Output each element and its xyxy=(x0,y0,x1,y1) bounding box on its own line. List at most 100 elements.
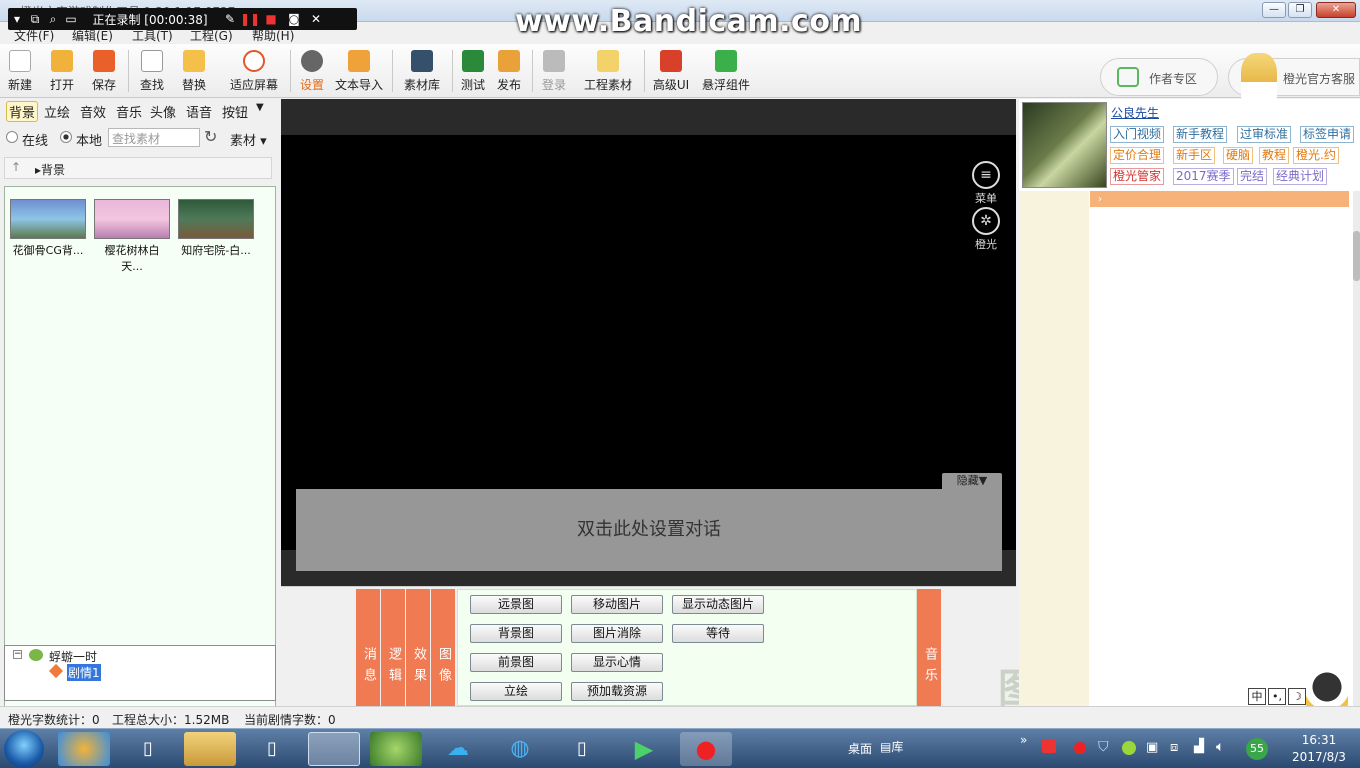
publish-button[interactable]: 发布 xyxy=(494,48,524,96)
author-zone-button[interactable]: 作者专区 xyxy=(1100,58,1218,96)
tag-link[interactable]: 入门视频 xyxy=(1110,126,1165,143)
tab-standing[interactable]: 立绘 xyxy=(44,102,70,121)
save-button[interactable]: 保存 xyxy=(88,48,120,96)
preload-resources-button[interactable]: 预加载资源 xyxy=(571,682,663,701)
tag-link[interactable]: 经典计划 xyxy=(1273,168,1328,185)
record-tray-icon[interactable] xyxy=(1074,742,1086,754)
security-badge[interactable]: 55 xyxy=(1246,738,1268,760)
browser-task-icon[interactable]: ◍ xyxy=(494,732,546,766)
dialog-box[interactable]: 双击此处设置对话 xyxy=(296,489,1002,571)
sogou-tray-icon[interactable] xyxy=(1042,739,1056,753)
login-button[interactable]: 登录 xyxy=(538,48,570,96)
signal-icon[interactable]: ▟ xyxy=(1194,739,1204,754)
pause-icon[interactable]: ❚❚ xyxy=(240,12,260,26)
clock[interactable]: 16:31 2017/8/3 xyxy=(1284,732,1354,766)
asset-menu-button[interactable]: 素材 ▾ xyxy=(230,130,267,149)
tab-logic[interactable]: 逻辑 xyxy=(381,589,405,706)
tag-link[interactable]: 新手区 xyxy=(1173,147,1216,164)
tab-background[interactable]: 背景 xyxy=(6,101,39,122)
browser-task-icon[interactable] xyxy=(58,732,110,766)
close-icon[interactable]: ✕ xyxy=(306,12,326,26)
tab-avatar[interactable]: 头像 xyxy=(150,102,176,121)
move-image-button[interactable]: 移动图片 xyxy=(571,595,663,614)
pen-icon[interactable]: ✎ xyxy=(220,12,240,26)
tab-music-cmd[interactable]: 音乐 xyxy=(917,589,941,706)
player-task-icon[interactable]: ▶ xyxy=(618,732,670,766)
desktop-label[interactable]: 桌面 xyxy=(848,740,872,757)
tag-link[interactable]: 过审标准 xyxy=(1237,126,1292,143)
tag-link[interactable]: 定价合理 xyxy=(1110,147,1165,164)
minimize-button[interactable]: — xyxy=(1262,2,1286,18)
advanced-ui-button[interactable]: 高级UI xyxy=(650,48,692,96)
tab-button[interactable]: 按钮 xyxy=(222,102,248,121)
punctuation-icon[interactable]: •, xyxy=(1268,688,1286,705)
tag-link[interactable]: 新手教程 xyxy=(1173,126,1228,143)
tree-root[interactable]: 蜉蝣一时 xyxy=(49,648,97,665)
shield-icon[interactable]: ⛉ xyxy=(1098,739,1109,755)
user-avatar[interactable] xyxy=(1022,102,1107,188)
ime-mode[interactable]: 中 xyxy=(1248,688,1266,705)
tag-link[interactable]: 完结 xyxy=(1237,168,1268,185)
asset-thumbnail[interactable]: 知府宅院-白... xyxy=(178,199,254,257)
replace-button[interactable]: 替换 xyxy=(178,48,210,96)
bandicam-task-icon[interactable]: ● xyxy=(680,732,732,766)
fit-screen-button[interactable]: 适应屏幕 xyxy=(226,48,282,96)
asset-thumbnail[interactable]: 花御骨CG背... xyxy=(10,199,86,257)
tab-message[interactable]: 消息 xyxy=(356,589,380,706)
asset-search-input[interactable]: 查找素材 xyxy=(108,128,200,147)
up-arrow-icon[interactable]: ↑ xyxy=(11,160,21,174)
stage-orange-button[interactable]: ✲ 橙光 xyxy=(969,207,1003,252)
tab-image[interactable]: 图像 xyxy=(431,589,455,706)
asset-thumbnail[interactable]: 樱花树林白天... xyxy=(94,199,170,273)
scrollbar[interactable] xyxy=(1353,191,1360,706)
tag-link[interactable]: 标签申请 xyxy=(1300,126,1355,143)
stage-menu-button[interactable]: ≡ 菜单 xyxy=(969,161,1003,206)
find-button[interactable]: 查找 xyxy=(136,48,168,96)
moon-icon[interactable]: ☽ xyxy=(1288,688,1306,705)
app-task-icon[interactable] xyxy=(370,732,422,766)
stop-icon[interactable]: ■ xyxy=(260,12,282,26)
window-icon[interactable]: ⧉ xyxy=(26,12,44,27)
network-icon[interactable]: ▣ xyxy=(1146,740,1158,755)
document-task-icon[interactable]: ▯ xyxy=(246,732,298,766)
far-view-button[interactable]: 远景图 xyxy=(470,595,562,614)
game-preview[interactable]: ≡ 菜单 ✲ 橙光 隐藏▼ 双击此处设置对话 xyxy=(281,135,1016,571)
search-icon[interactable]: ⌕ xyxy=(44,12,62,27)
chevron-right-icon[interactable]: › xyxy=(1098,194,1102,205)
local-radio[interactable] xyxy=(60,131,72,143)
show-mood-button[interactable]: 显示心情 xyxy=(571,653,663,672)
asset-library-button[interactable]: 素材库 xyxy=(400,48,444,96)
new-button[interactable]: 新建 xyxy=(4,48,36,96)
background-image-button[interactable]: 背景图 xyxy=(470,624,562,643)
scrollbar-thumb[interactable] xyxy=(1353,231,1360,281)
project-assets-button[interactable]: 工程素材 xyxy=(582,48,634,96)
tag-link[interactable]: 2017赛季 xyxy=(1173,168,1234,185)
official-service-button[interactable]: 橙光官方客服 xyxy=(1228,53,1360,101)
foreground-image-button[interactable]: 前景图 xyxy=(470,653,562,672)
plus-tray-icon[interactable] xyxy=(1122,741,1136,755)
library-label[interactable]: ▤库 xyxy=(880,738,903,755)
start-button[interactable] xyxy=(4,730,44,768)
close-button[interactable]: ✕ xyxy=(1316,2,1356,18)
document-task-icon[interactable]: ▯ xyxy=(556,732,608,766)
device-icon[interactable]: ⧈ xyxy=(1170,740,1178,755)
show-animated-image-button[interactable]: 显示动态图片 xyxy=(672,595,764,614)
hide-dialog-button[interactable]: 隐藏▼ xyxy=(942,473,1002,489)
standing-image-button[interactable]: 立绘 xyxy=(470,682,562,701)
explorer-task-icon[interactable] xyxy=(184,732,236,766)
test-button[interactable]: 测试 xyxy=(458,48,488,96)
tag-link[interactable]: 橙光.约 xyxy=(1293,147,1339,164)
collapse-icon[interactable]: − xyxy=(13,650,22,659)
tree-child-selected[interactable]: 剧情1 xyxy=(67,664,101,681)
tray-expand-icon[interactable]: » xyxy=(1020,733,1027,747)
tab-effect[interactable]: 效果 xyxy=(406,589,430,706)
tag-link[interactable]: 硬脑 xyxy=(1223,147,1254,164)
baidu-cloud-task-icon[interactable]: ☁ xyxy=(432,732,484,766)
wait-button[interactable]: 等待 xyxy=(672,624,764,643)
maximize-button[interactable]: ❐ xyxy=(1288,2,1312,18)
erase-image-button[interactable]: 图片消除 xyxy=(571,624,663,643)
document-task-icon[interactable]: ▯ xyxy=(122,732,174,766)
online-radio[interactable] xyxy=(6,131,18,143)
username-link[interactable]: 公良先生 xyxy=(1111,104,1159,121)
screen-icon[interactable]: ▭ xyxy=(62,12,80,26)
